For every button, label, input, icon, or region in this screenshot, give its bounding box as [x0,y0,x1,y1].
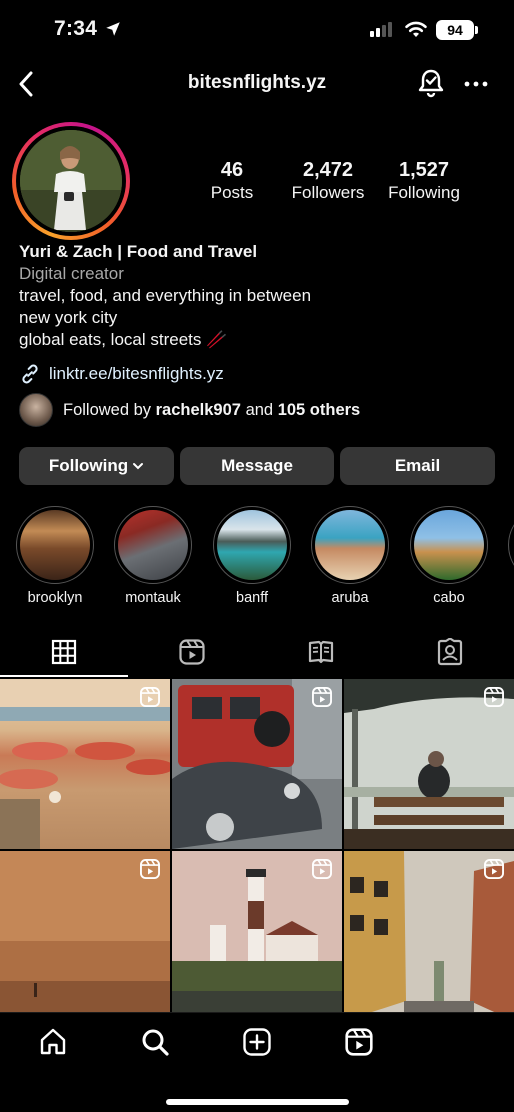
following-stat[interactable]: 1,527 Following [382,158,466,204]
link-icon [22,364,38,384]
search-icon [142,1029,169,1056]
post-thumbnail[interactable] [172,679,342,849]
highlight-montauk[interactable]: montauk [114,506,192,606]
chevron-left-icon [19,71,33,97]
post-thumbnail[interactable] [344,679,514,849]
profile-bio: Yuri & Zach | Food and Travel Digital cr… [19,241,499,351]
bio-line: travel, food, and everything in between [19,286,312,305]
highlight-label: brooklyn [27,590,83,606]
more-horizontal-icon [464,81,488,87]
post-thumbnail[interactable] [172,851,342,1012]
highlight-label: cabo [433,590,465,606]
highlight-banff[interactable]: banff [213,506,291,606]
highlight-label: banff [236,590,268,606]
mutual-follower-username: rachelk907 [155,400,241,419]
mutual-follower-avatar [19,393,53,427]
display-name: Yuri & Zach | Food and Travel [19,242,258,261]
notifications-button[interactable] [416,67,446,99]
location-arrow-icon [106,22,120,36]
nav-reels[interactable] [344,1027,374,1057]
profile-avatar[interactable] [12,122,130,240]
profile-tabs [0,628,514,678]
reel-badge-icon [484,859,504,879]
reel-badge-icon [140,687,160,707]
email-button-label: Email [394,456,441,475]
grid-icon [51,639,77,665]
highlight-cover [315,510,385,580]
nav-home[interactable] [38,1027,68,1057]
reel-badge-icon [140,859,160,879]
highlight-brooklyn[interactable]: brooklyn [16,506,94,606]
bottom-nav [0,1012,514,1112]
posts-label: Posts [210,183,254,202]
wifi-icon [405,21,427,37]
battery-indicator: 94 [436,20,474,40]
highlight-label: montauk [125,590,181,606]
status-time: 7:34 [54,17,98,40]
battery-tip [475,26,478,34]
reels-icon [345,1028,373,1056]
nav-create[interactable] [242,1027,272,1057]
highlight-cover [414,510,484,580]
notification-bell-icon [418,69,444,98]
chevron-down-icon [133,463,144,470]
message-button[interactable]: Message [180,447,334,485]
nav-search[interactable] [140,1027,170,1057]
highlight-cabo[interactable]: cabo [410,506,488,606]
highlight-aruba[interactable]: aruba [311,506,389,606]
following-button[interactable]: Following [19,447,174,485]
create-icon [243,1028,271,1056]
post-thumbnail[interactable] [0,679,170,849]
bio-line: global eats, local streets 🥢 [19,330,228,349]
posts-stat[interactable]: 46 Posts [202,158,262,204]
tab-guides[interactable] [257,628,385,676]
followed-by-row[interactable]: Followed by rachelk907 and 105 others [19,393,360,427]
tagged-icon [437,638,463,666]
followers-stat[interactable]: 2,472 Followers [284,158,372,204]
bio-link[interactable]: linktr.ee/bitesnflights.yz [19,362,224,386]
cellular-signal-icon [370,22,392,37]
guides-icon [308,640,334,664]
highlight-cover [20,510,90,580]
more-options-button[interactable] [462,70,490,98]
following-count: 1,527 [398,159,450,181]
highlight-cover [118,510,188,580]
followers-label: Followers [291,183,365,202]
home-indicator [166,1099,349,1105]
tab-reels[interactable] [128,628,256,676]
followed-by-text: Followed by rachelk907 and 105 others [63,400,361,419]
posts-count: 46 [220,159,244,181]
reel-badge-icon [312,687,332,707]
category-label: Digital creator [19,264,124,283]
tab-tagged[interactable] [386,628,514,676]
message-button-label: Message [221,456,293,475]
tab-posts-grid[interactable] [0,628,128,677]
bio-link-text: linktr.ee/bitesnflights.yz [49,364,224,383]
post-thumbnail[interactable] [344,851,514,1012]
mutual-followers-count: 105 others [277,400,361,419]
status-bar: 7:34 94 [0,0,514,62]
followers-count: 2,472 [302,159,354,181]
reels-icon [179,639,205,665]
highlight-label: aruba [331,590,369,606]
profile-header: bitesnflights.yz [0,62,514,106]
bio-line: new york city [19,308,118,327]
reel-badge-icon [312,859,332,879]
following-button-label: Following [48,456,129,475]
active-tab-indicator [0,675,128,677]
following-label: Following [388,183,460,202]
email-button[interactable]: Email [340,447,495,485]
highlight-partial [508,506,514,584]
avatar-photo [20,130,122,232]
posts-grid [0,679,514,1012]
back-button[interactable] [12,68,40,100]
reel-badge-icon [484,687,504,707]
post-thumbnail[interactable] [0,851,170,1012]
highlight-cover [217,510,287,580]
home-icon [40,1028,66,1055]
